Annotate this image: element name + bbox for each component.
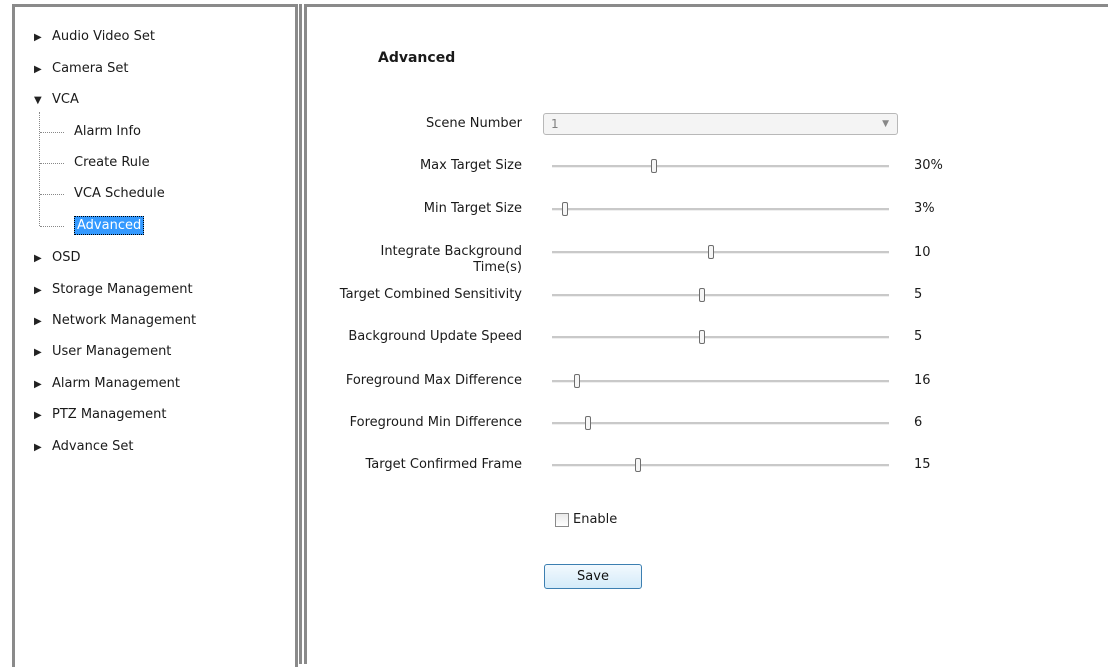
integrate-background-label-line1: Integrate Background	[380, 244, 522, 259]
page-title: Advanced	[378, 50, 456, 66]
tree-item-label: VCA Schedule	[74, 186, 165, 201]
foreground-min-difference-thumb[interactable]	[585, 416, 592, 430]
tree-item-camera-set[interactable]: ▶ Camera Set	[34, 58, 129, 80]
background-update-speed-track[interactable]	[552, 336, 889, 339]
triangle-right-icon: ▶	[34, 316, 42, 327]
target-combined-sensitivity-thumb[interactable]	[699, 288, 706, 302]
tree-item-network-management[interactable]: ▶ Network Management	[34, 310, 196, 332]
save-button[interactable]: Save	[544, 564, 642, 589]
scene-number-label: Scene Number	[426, 116, 522, 131]
target-confirmed-frame-thumb[interactable]	[634, 458, 641, 472]
scene-number-value: 1	[551, 117, 559, 131]
integrate-background-label: Integrate Background Time(s)	[262, 244, 522, 276]
triangle-right-icon: ▶	[34, 379, 42, 390]
triangle-down-icon: ▼	[34, 95, 42, 106]
tree-item-label: OSD	[52, 250, 81, 265]
max-target-size-label: Max Target Size	[419, 158, 522, 173]
min-target-size-value: 3%	[914, 201, 935, 216]
tree-item-label: Create Rule	[74, 155, 150, 170]
foreground-min-difference-value: 6	[914, 415, 923, 430]
enable-label[interactable]: Enable	[573, 512, 617, 528]
content-top-border	[307, 4, 1108, 7]
triangle-right-icon: ▶	[34, 285, 42, 296]
tree-item-advanced[interactable]: Advanced	[74, 215, 145, 237]
tree-connector	[39, 112, 40, 226]
max-target-size-thumb[interactable]	[651, 159, 658, 173]
integrate-background-label-line2: Time(s)	[473, 260, 522, 275]
integrate-background-value: 10	[914, 245, 931, 260]
target-combined-sensitivity-value: 5	[914, 287, 923, 302]
enable-checkbox[interactable]	[555, 513, 569, 527]
foreground-min-difference-label: Foreground Min Difference	[349, 415, 522, 430]
tree-connector	[40, 132, 64, 133]
scene-number-select[interactable]: 1 ▼	[543, 113, 898, 135]
min-target-size-track[interactable]	[552, 208, 889, 211]
triangle-right-icon: ▶	[34, 410, 42, 421]
tree-item-audio-video-set[interactable]: ▶ Audio Video Set	[34, 26, 155, 48]
tree-item-label: Network Management	[52, 313, 197, 328]
triangle-right-icon: ▶	[34, 347, 42, 358]
tree-item-label: Alarm Management	[52, 376, 181, 391]
tree-item-advance-set[interactable]: ▶ Advance Set	[34, 436, 133, 458]
triangle-right-icon: ▶	[34, 32, 42, 43]
foreground-max-difference-label: Foreground Max Difference	[345, 373, 522, 388]
tree-item-vca[interactable]: ▼ VCA	[34, 89, 79, 111]
tree-connector	[40, 226, 64, 227]
target-combined-sensitivity-track[interactable]	[552, 294, 889, 297]
max-target-size-track[interactable]	[552, 165, 889, 168]
tree-item-osd[interactable]: ▶ OSD	[34, 247, 81, 269]
tree-item-create-rule[interactable]: Create Rule	[74, 152, 150, 174]
tree-item-label: Advanced	[74, 216, 145, 235]
tree-connector	[40, 194, 64, 195]
tree-item-label: Audio Video Set	[52, 29, 155, 44]
tree-item-vca-schedule[interactable]: VCA Schedule	[74, 183, 165, 205]
tree-connector	[40, 163, 64, 164]
tree-item-ptz-management[interactable]: ▶ PTZ Management	[34, 404, 166, 426]
tree-item-alarm-info[interactable]: Alarm Info	[74, 121, 141, 143]
tree-item-label: Camera Set	[52, 61, 129, 76]
triangle-right-icon: ▶	[34, 442, 42, 453]
target-confirmed-frame-value: 15	[914, 457, 931, 472]
triangle-right-icon: ▶	[34, 64, 42, 75]
target-confirmed-frame-label: Target Confirmed Frame	[365, 457, 522, 472]
tree-item-label: User Management	[52, 344, 172, 359]
foreground-min-difference-track[interactable]	[552, 422, 889, 425]
tree-item-label: PTZ Management	[52, 407, 167, 422]
tree-item-label: Alarm Info	[74, 124, 141, 139]
background-update-speed-value: 5	[914, 329, 923, 344]
tree-item-label: VCA	[52, 92, 79, 107]
foreground-max-difference-track[interactable]	[552, 380, 889, 383]
integrate-background-thumb[interactable]	[707, 245, 714, 259]
background-update-speed-thumb[interactable]	[699, 330, 706, 344]
tree-item-user-management[interactable]: ▶ User Management	[34, 341, 171, 363]
triangle-right-icon: ▶	[34, 253, 42, 264]
foreground-max-difference-thumb[interactable]	[573, 374, 580, 388]
tree-item-label: Storage Management	[52, 282, 193, 297]
integrate-background-track[interactable]	[552, 251, 889, 254]
target-confirmed-frame-track[interactable]	[552, 464, 889, 467]
tree-item-storage-management[interactable]: ▶ Storage Management	[34, 279, 193, 301]
min-target-size-thumb[interactable]	[561, 202, 568, 216]
max-target-size-value: 30%	[914, 158, 943, 173]
tree-item-alarm-management[interactable]: ▶ Alarm Management	[34, 373, 180, 395]
tree-item-label: Advance Set	[52, 439, 134, 454]
min-target-size-label: Min Target Size	[423, 201, 522, 216]
background-update-speed-label: Background Update Speed	[348, 329, 522, 344]
chevron-down-icon[interactable]: ▼	[882, 114, 889, 134]
target-combined-sensitivity-label: Target Combined Sensitivity	[339, 287, 522, 302]
foreground-max-difference-value: 16	[914, 373, 931, 388]
